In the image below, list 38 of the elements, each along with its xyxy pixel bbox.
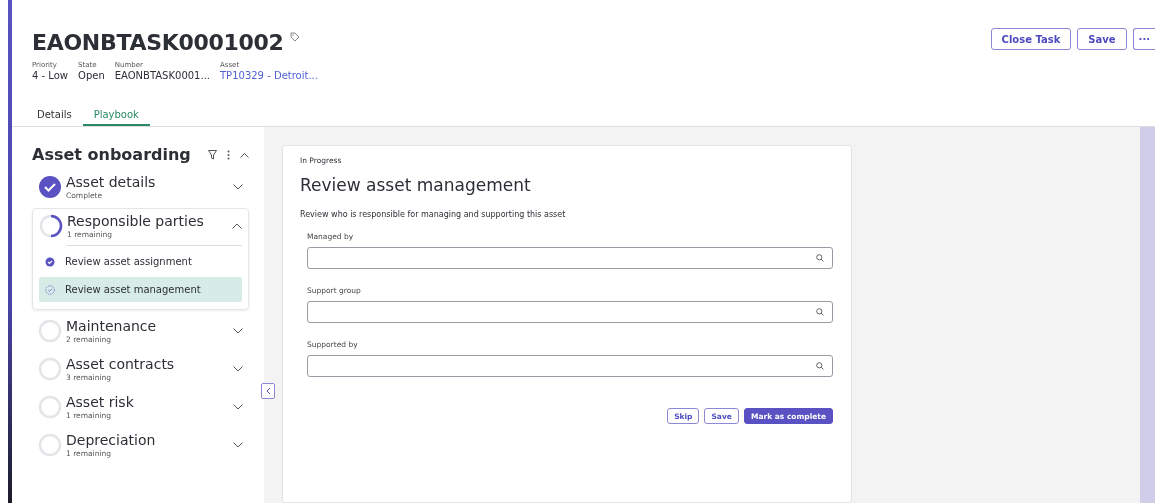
task-title: Review asset management [300, 175, 532, 195]
header-button[interactable]: Save [1077, 28, 1127, 50]
stage-name[interactable]: Asset risk [66, 394, 229, 411]
chevron-down-icon[interactable] [233, 442, 243, 448]
search-icon[interactable] [816, 362, 824, 370]
stage-name[interactable]: Depreciation [66, 432, 229, 449]
subtask-item[interactable]: Review asset management [39, 277, 242, 302]
more-icon[interactable] [227, 149, 230, 160]
search-icon[interactable] [816, 308, 824, 316]
record-title: EAONBTASK0001002 [32, 30, 284, 56]
field-value: Open [78, 70, 105, 81]
field-value: EAONBTASK0001... [114, 70, 210, 81]
chevron-left-icon [265, 387, 271, 395]
stage-name[interactable]: Asset details [66, 174, 229, 191]
chevron-up-icon[interactable] [232, 223, 242, 229]
header-button[interactable]: Close Task [990, 28, 1072, 50]
lookup-field[interactable] [307, 301, 833, 323]
collapse-button[interactable] [261, 383, 275, 399]
chevron-down-icon[interactable] [233, 328, 243, 334]
tab[interactable]: Details [26, 104, 83, 126]
field-value: 4 - Low [32, 70, 69, 81]
chevron-down-icon[interactable] [233, 184, 243, 190]
filter-icon[interactable] [208, 149, 217, 160]
sidebar-title: Asset onboarding [32, 145, 192, 164]
task-description: Review who is responsible for managing and supporting this asset [300, 210, 567, 219]
lookup-field[interactable] [307, 247, 833, 269]
chevron-down-icon[interactable] [233, 366, 243, 372]
search-icon[interactable] [816, 254, 824, 262]
header-button[interactable]: ··· [1132, 28, 1155, 50]
chevron-down-icon[interactable] [233, 404, 243, 410]
subtask-item[interactable]: Review asset assignment [39, 249, 242, 274]
stage-name[interactable]: Responsible parties [67, 213, 228, 230]
lookup-field[interactable] [307, 355, 833, 377]
tag-icon[interactable] [289, 32, 300, 42]
stage-name[interactable]: Asset contracts [66, 356, 229, 373]
asset-link[interactable]: TP10329 - Detroit... [220, 70, 318, 81]
stage-name[interactable]: Maintenance [66, 318, 229, 335]
chevron-up-icon[interactable] [240, 151, 249, 158]
